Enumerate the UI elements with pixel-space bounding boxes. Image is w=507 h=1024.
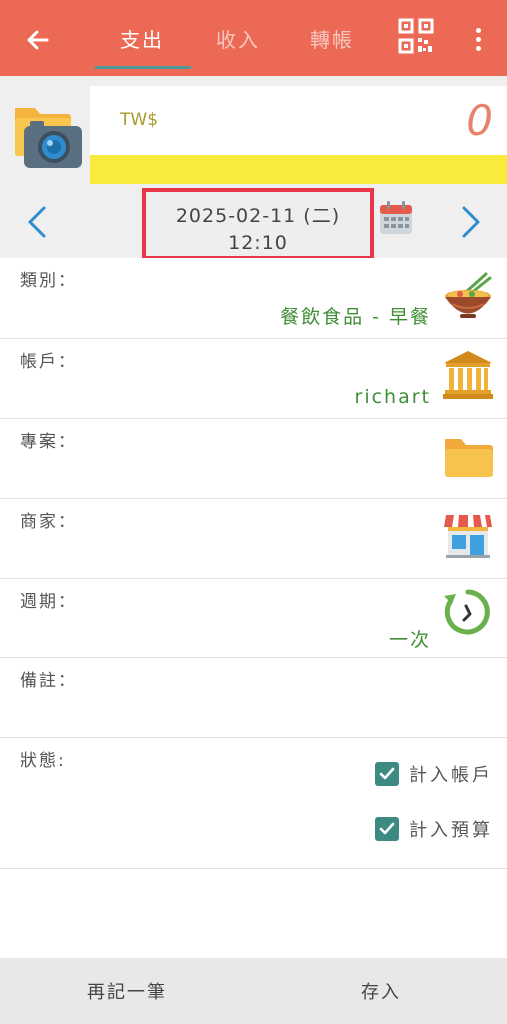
folder-icon: [445, 439, 493, 477]
calendar-icon: [380, 201, 412, 234]
recurrence-label: 週期：: [20, 592, 77, 612]
more-vertical-icon: [475, 27, 481, 33]
include-in-account-label: 計入帳戶: [409, 765, 493, 786]
status-section: 狀態: 計入帳戶 計入預算: [0, 738, 507, 869]
note-label: 備註：: [20, 671, 77, 691]
arrow-left-icon: [27, 30, 49, 50]
time-text: 12:10: [228, 232, 288, 254]
recurrence-row[interactable]: 週期： 一次: [0, 579, 507, 658]
checkbox-checked[interactable]: [375, 817, 399, 841]
attach-photo-button[interactable]: [12, 100, 84, 172]
amount-highlight-bar: [90, 155, 507, 184]
checkbox-checked[interactable]: [375, 762, 399, 786]
camera-folder-icon: [15, 108, 82, 168]
tab-expense[interactable]: 支出: [110, 24, 174, 54]
save-button[interactable]: 存入: [294, 958, 468, 1024]
include-in-account-checkbox[interactable]: 計入帳戶: [375, 759, 493, 789]
currency-selector[interactable]: TW$: [120, 110, 158, 130]
store-icon: [444, 515, 492, 558]
status-label: 狀態:: [20, 751, 66, 771]
project-label: 專案：: [20, 432, 77, 452]
category-value: 餐飲食品 - 早餐: [280, 306, 431, 328]
back-button[interactable]: [18, 20, 58, 60]
amount-input[interactable]: 0: [466, 96, 493, 145]
active-tab-indicator: [95, 66, 191, 69]
project-row[interactable]: 專案：: [0, 419, 507, 499]
date-time-picker[interactable]: 2025-02-11 (二) 12:10: [142, 188, 374, 260]
merchant-row[interactable]: 商家：: [0, 499, 507, 579]
date-text: 2025-02-11 (二): [175, 205, 341, 227]
account-row[interactable]: 帳戶： richart: [0, 339, 507, 419]
chevron-right-icon: [462, 206, 480, 238]
qr-code-icon: [398, 18, 434, 54]
account-value: richart: [354, 386, 431, 408]
more-options-button[interactable]: [466, 22, 490, 56]
tab-income[interactable]: 收入: [206, 24, 270, 54]
record-another-button[interactable]: 再記一筆: [40, 958, 214, 1024]
repeat-clock-icon: [444, 589, 490, 635]
category-row[interactable]: 類別： 餐飲食品 - 早餐: [0, 258, 507, 339]
previous-day-button[interactable]: [18, 202, 58, 242]
account-label: 帳戶：: [20, 352, 77, 372]
merchant-label: 商家：: [20, 512, 77, 532]
category-label: 類別：: [20, 271, 77, 291]
bank-icon: [443, 351, 493, 399]
note-row[interactable]: 備註：: [0, 658, 507, 738]
calendar-button[interactable]: [378, 200, 414, 236]
include-in-budget-label: 計入預算: [409, 820, 493, 841]
recurrence-value: 一次: [388, 629, 431, 651]
checkmark-icon: [379, 822, 395, 835]
next-day-button[interactable]: [450, 202, 490, 242]
noodle-bowl-icon: [445, 272, 492, 318]
include-in-budget-checkbox[interactable]: 計入預算: [375, 814, 493, 844]
tab-transfer[interactable]: 轉帳: [300, 24, 364, 54]
checkmark-icon: [379, 767, 395, 780]
chevron-left-icon: [28, 206, 46, 238]
qr-code-button[interactable]: [398, 18, 438, 58]
